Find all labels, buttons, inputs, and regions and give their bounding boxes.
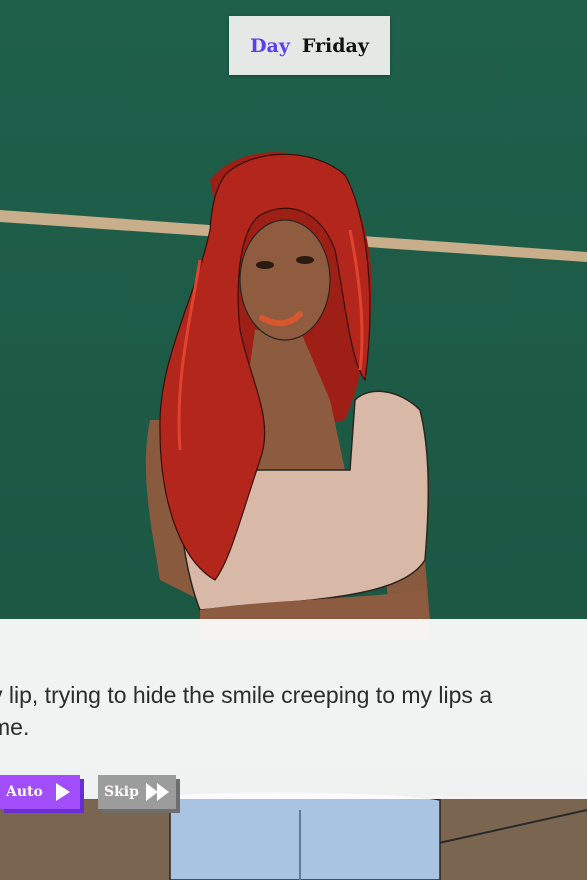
day-value: Friday — [301, 34, 369, 57]
day-indicator: Day Friday — [229, 16, 390, 75]
play-icon — [55, 782, 71, 802]
day-label: Day — [250, 34, 290, 57]
skip-button[interactable]: Skip — [98, 775, 176, 809]
dialogue-line-1: y lip, trying to hide the smile creeping… — [0, 682, 493, 708]
auto-button-label: Auto — [6, 784, 43, 800]
dialogue-box[interactable]: y lip, trying to hide the smile creeping… — [0, 619, 587, 799]
skip-button-label: Skip — [104, 784, 139, 800]
auto-button[interactable]: Auto — [0, 775, 80, 809]
dialogue-line-2: me. — [0, 714, 30, 740]
dialogue-text: y lip, trying to hide the smile creeping… — [0, 679, 587, 743]
fast-forward-icon — [145, 782, 171, 802]
